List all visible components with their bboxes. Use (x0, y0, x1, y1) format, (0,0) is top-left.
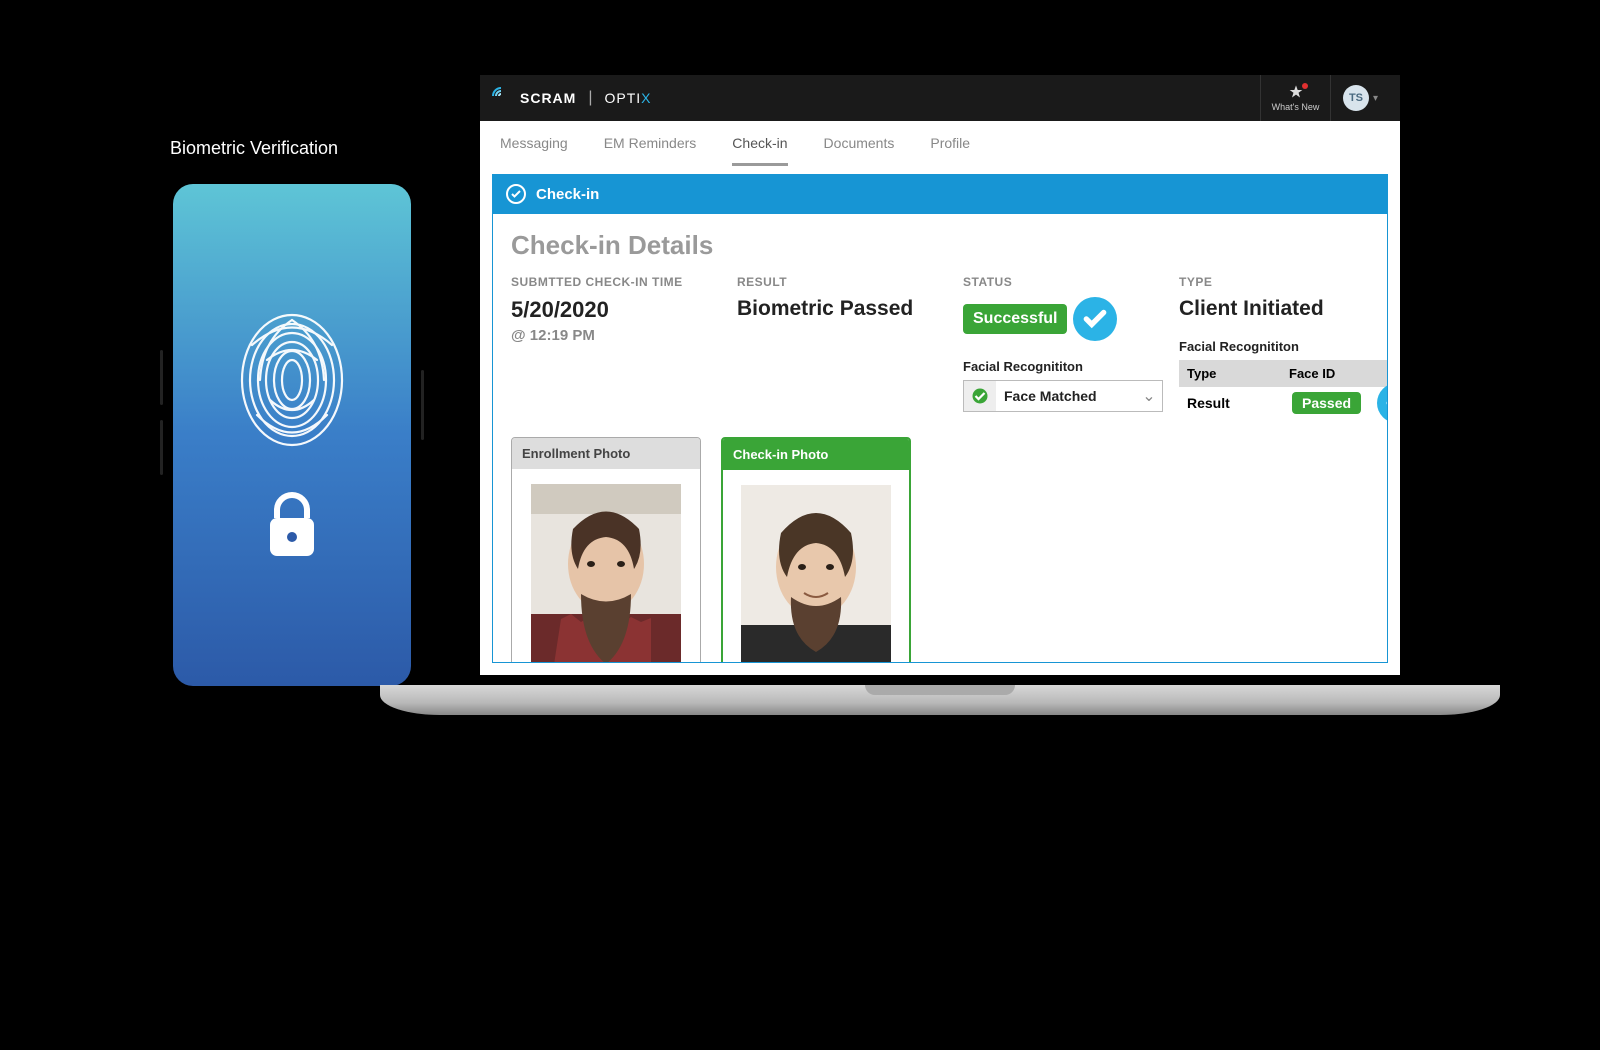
panel-title: Check-in (536, 186, 599, 203)
checkin-photo-card: Check-in Photo (721, 437, 911, 663)
brand-logo: SCRAM | OPTIX (490, 85, 652, 112)
table-header-faceid: Face ID (1289, 366, 1388, 381)
face-match-value: Face Matched (996, 388, 1136, 404)
result-block: RESULT Biometric Passed (737, 275, 947, 419)
phone-screen (173, 184, 411, 686)
laptop-mock: SCRAM | OPTIX What's New TS (460, 45, 1420, 725)
table-header-row: Type Face ID (1179, 360, 1388, 387)
brand-name: SCRAM (520, 90, 576, 106)
details-heading: Check-in Details (511, 230, 1369, 261)
status-check-icon (1073, 297, 1117, 341)
enrollment-photo-label: Enrollment Photo (512, 438, 700, 469)
submitted-time-block: SUBMTTED CHECK-IN TIME 5/20/2020 @ 12:19… (511, 275, 721, 419)
panel-header: Check-in (492, 174, 1388, 214)
recog-result-badge: Passed (1292, 392, 1361, 414)
submitted-label: SUBMTTED CHECK-IN TIME (511, 275, 721, 289)
chevron-down-icon: ⌄ (1136, 386, 1162, 406)
enrollment-photo (512, 469, 700, 663)
status-block: STATUS Successful Facial Recognititon (963, 275, 1163, 419)
tab-documents[interactable]: Documents (824, 135, 895, 166)
check-circle-icon (964, 381, 996, 411)
table-header-type: Type (1187, 366, 1289, 381)
checkin-photo (723, 470, 909, 663)
tab-messaging[interactable]: Messaging (500, 135, 568, 166)
laptop-base (380, 685, 1500, 715)
app-window: SCRAM | OPTIX What's New TS (480, 75, 1400, 675)
tab-profile[interactable]: Profile (930, 135, 970, 166)
result-check-icon (1377, 383, 1388, 423)
recognition-table: Type Face ID Result Passed (1179, 360, 1388, 419)
type-value: Client Initiated (1179, 297, 1388, 321)
facial-recognition-label-2: Facial Recognititon (1179, 339, 1388, 354)
avatar: TS (1343, 85, 1369, 111)
result-value: Biometric Passed (737, 297, 947, 321)
whats-new-button[interactable]: What's New (1260, 75, 1330, 121)
type-label: TYPE (1179, 275, 1388, 289)
table-row: Result Passed (1179, 387, 1388, 419)
logo-arc-icon (490, 85, 512, 112)
status-badge: Successful (963, 304, 1067, 334)
check-in-details-panel: Check-in Details SUBMTTED CHECK-IN TIME … (492, 214, 1388, 663)
recog-result-label: Result (1187, 395, 1286, 411)
phone-mock (163, 170, 421, 700)
tab-check-in[interactable]: Check-in (732, 135, 787, 166)
face-match-select[interactable]: Face Matched ⌄ (963, 380, 1163, 412)
chevron-down-icon: ▾ (1373, 93, 1378, 104)
type-block: TYPE Client Initiated Facial Recognitito… (1179, 275, 1388, 419)
facial-recognition-label-1: Facial Recognititon (963, 359, 1163, 374)
checkin-photo-label: Check-in Photo (723, 439, 909, 470)
submitted-date: 5/20/2020 (511, 297, 721, 323)
user-menu[interactable]: TS ▾ (1330, 75, 1390, 121)
phone-title: Biometric Verification (170, 138, 338, 159)
submitted-time: @ 12:19 PM (511, 327, 721, 344)
result-label: RESULT (737, 275, 947, 289)
enrollment-photo-card: Enrollment Photo (511, 437, 701, 663)
product-name: OPTIX (605, 90, 652, 106)
topbar: SCRAM | OPTIX What's New TS (480, 75, 1400, 121)
tab-em-reminders[interactable]: EM Reminders (604, 135, 697, 166)
whats-new-label: What's New (1272, 102, 1320, 112)
status-label: STATUS (963, 275, 1163, 289)
fingerprint-icon (232, 305, 352, 460)
brand-separator: | (588, 89, 592, 107)
tab-bar: Messaging EM Reminders Check-in Document… (480, 121, 1400, 166)
checkmark-circle-icon (506, 184, 526, 204)
lock-icon (262, 490, 322, 565)
notification-dot-icon (1302, 83, 1308, 89)
